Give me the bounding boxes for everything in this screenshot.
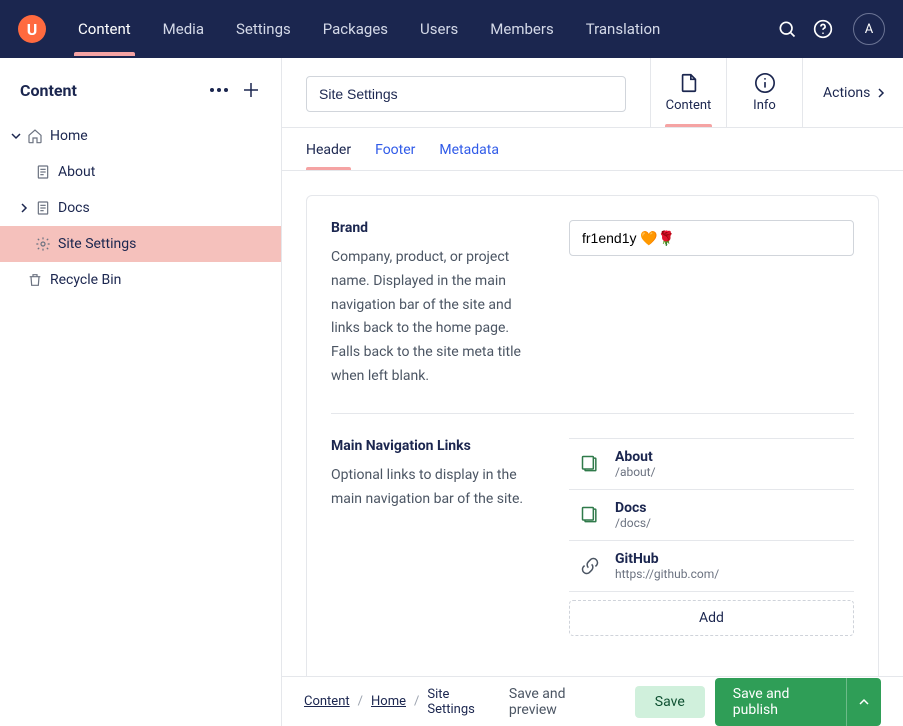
nav-link-sub: https://github.com/ bbox=[615, 567, 719, 581]
help-icon[interactable] bbox=[813, 19, 833, 39]
page-icon bbox=[579, 504, 601, 526]
doctab-header[interactable]: Header bbox=[306, 142, 351, 170]
chevron-up-icon bbox=[859, 697, 869, 707]
save-publish-button[interactable]: Save and publish bbox=[715, 678, 846, 726]
gear-icon bbox=[34, 235, 52, 253]
brand-input[interactable] bbox=[569, 220, 854, 256]
sidebar-title: Content bbox=[20, 81, 77, 100]
link-icon bbox=[579, 555, 601, 577]
home-icon bbox=[26, 127, 44, 145]
save-publish-split-button: Save and publish bbox=[715, 678, 881, 726]
topnav-item-translation[interactable]: Translation bbox=[574, 2, 673, 56]
nav-link-title: About bbox=[615, 449, 656, 465]
field-help-text: Company, product, or project name. Displ… bbox=[331, 246, 541, 389]
header-tab-info[interactable]: Info bbox=[726, 58, 802, 127]
search-icon[interactable] bbox=[777, 19, 797, 39]
tree-item-home[interactable]: Home bbox=[0, 118, 281, 154]
tree-item-recycle-bin[interactable]: Recycle Bin bbox=[0, 262, 281, 298]
chevron-down-icon[interactable] bbox=[8, 128, 24, 144]
tree-label: Recycle Bin bbox=[50, 272, 121, 288]
tree-item-docs[interactable]: Docs bbox=[0, 190, 281, 226]
save-publish-menu-button[interactable] bbox=[846, 678, 881, 726]
actions-label: Actions bbox=[823, 85, 870, 101]
app-logo[interactable]: U bbox=[18, 15, 46, 43]
header-tab-label: Info bbox=[753, 98, 776, 113]
tree-item-site-settings[interactable]: Site Settings bbox=[0, 226, 281, 262]
topnav-item-settings[interactable]: Settings bbox=[224, 2, 303, 56]
add-link-button[interactable]: Add bbox=[569, 600, 854, 636]
topnav-item-content[interactable]: Content bbox=[66, 2, 143, 56]
breadcrumb-item[interactable]: Home bbox=[371, 694, 406, 709]
breadcrumb-sep: / bbox=[358, 694, 363, 709]
add-icon[interactable] bbox=[241, 80, 261, 100]
header-tab-label: Content bbox=[666, 98, 712, 113]
properties-panel: Brand Company, product, or project name.… bbox=[306, 195, 879, 676]
topnav-item-members[interactable]: Members bbox=[478, 2, 565, 56]
document-icon bbox=[34, 199, 52, 217]
field-main-nav: Main Navigation Links Optional links to … bbox=[331, 413, 854, 660]
header-tab-content[interactable]: Content bbox=[650, 58, 726, 127]
editor-footer: Content / Home / Site Settings Save and … bbox=[282, 676, 903, 726]
tree-label: Docs bbox=[58, 200, 90, 216]
chevron-right-icon[interactable] bbox=[16, 200, 32, 216]
field-help-text: Optional links to display in the main na… bbox=[331, 464, 541, 512]
field-brand: Brand Company, product, or project name.… bbox=[331, 220, 854, 413]
tree-item-about[interactable]: About bbox=[0, 154, 281, 190]
nav-link-list: About /about/ Docs /docs/ bbox=[569, 438, 854, 592]
nav-link-item[interactable]: GitHub https://github.com/ bbox=[569, 541, 854, 592]
document-icon bbox=[678, 72, 700, 94]
top-nav: U Content Media Settings Packages Users … bbox=[0, 0, 903, 58]
nav-link-title: Docs bbox=[615, 500, 651, 516]
trash-icon bbox=[26, 271, 44, 289]
breadcrumb-sep: / bbox=[414, 694, 419, 709]
page-icon bbox=[579, 453, 601, 475]
user-avatar[interactable]: A bbox=[853, 13, 885, 45]
breadcrumb: Content / Home / Site Settings bbox=[304, 687, 489, 717]
info-icon bbox=[754, 72, 776, 94]
document-icon bbox=[34, 163, 52, 181]
topnav-item-users[interactable]: Users bbox=[408, 2, 470, 56]
breadcrumb-item[interactable]: Content bbox=[304, 694, 350, 709]
content-tree: Home About Docs Si bbox=[0, 114, 281, 302]
document-tabs: Header Footer Metadata bbox=[282, 128, 903, 171]
breadcrumb-item-current: Site Settings bbox=[427, 687, 489, 717]
topnav-item-packages[interactable]: Packages bbox=[311, 2, 400, 56]
tree-label: Site Settings bbox=[58, 236, 136, 252]
tree-label: Home bbox=[50, 128, 88, 144]
more-icon[interactable] bbox=[209, 80, 229, 100]
save-button[interactable]: Save bbox=[635, 686, 705, 718]
save-preview-button[interactable]: Save and preview bbox=[509, 686, 611, 718]
content-editor: Content Info Actions Header Footer Metad… bbox=[282, 58, 903, 726]
document-title-input[interactable] bbox=[306, 76, 626, 112]
actions-button[interactable]: Actions bbox=[802, 58, 903, 127]
nav-link-sub: /docs/ bbox=[615, 516, 651, 530]
field-label: Brand bbox=[331, 220, 541, 236]
doctab-footer[interactable]: Footer bbox=[375, 142, 415, 170]
field-label: Main Navigation Links bbox=[331, 438, 541, 454]
nav-link-item[interactable]: Docs /docs/ bbox=[569, 490, 854, 541]
doctab-metadata[interactable]: Metadata bbox=[439, 142, 499, 170]
nav-link-item[interactable]: About /about/ bbox=[569, 438, 854, 490]
chevron-right-icon bbox=[876, 88, 886, 98]
topnav-item-media[interactable]: Media bbox=[151, 2, 216, 56]
tree-label: About bbox=[58, 164, 95, 180]
nav-link-sub: /about/ bbox=[615, 465, 656, 479]
sidebar: Content Home bbox=[0, 58, 282, 726]
nav-link-title: GitHub bbox=[615, 551, 719, 567]
